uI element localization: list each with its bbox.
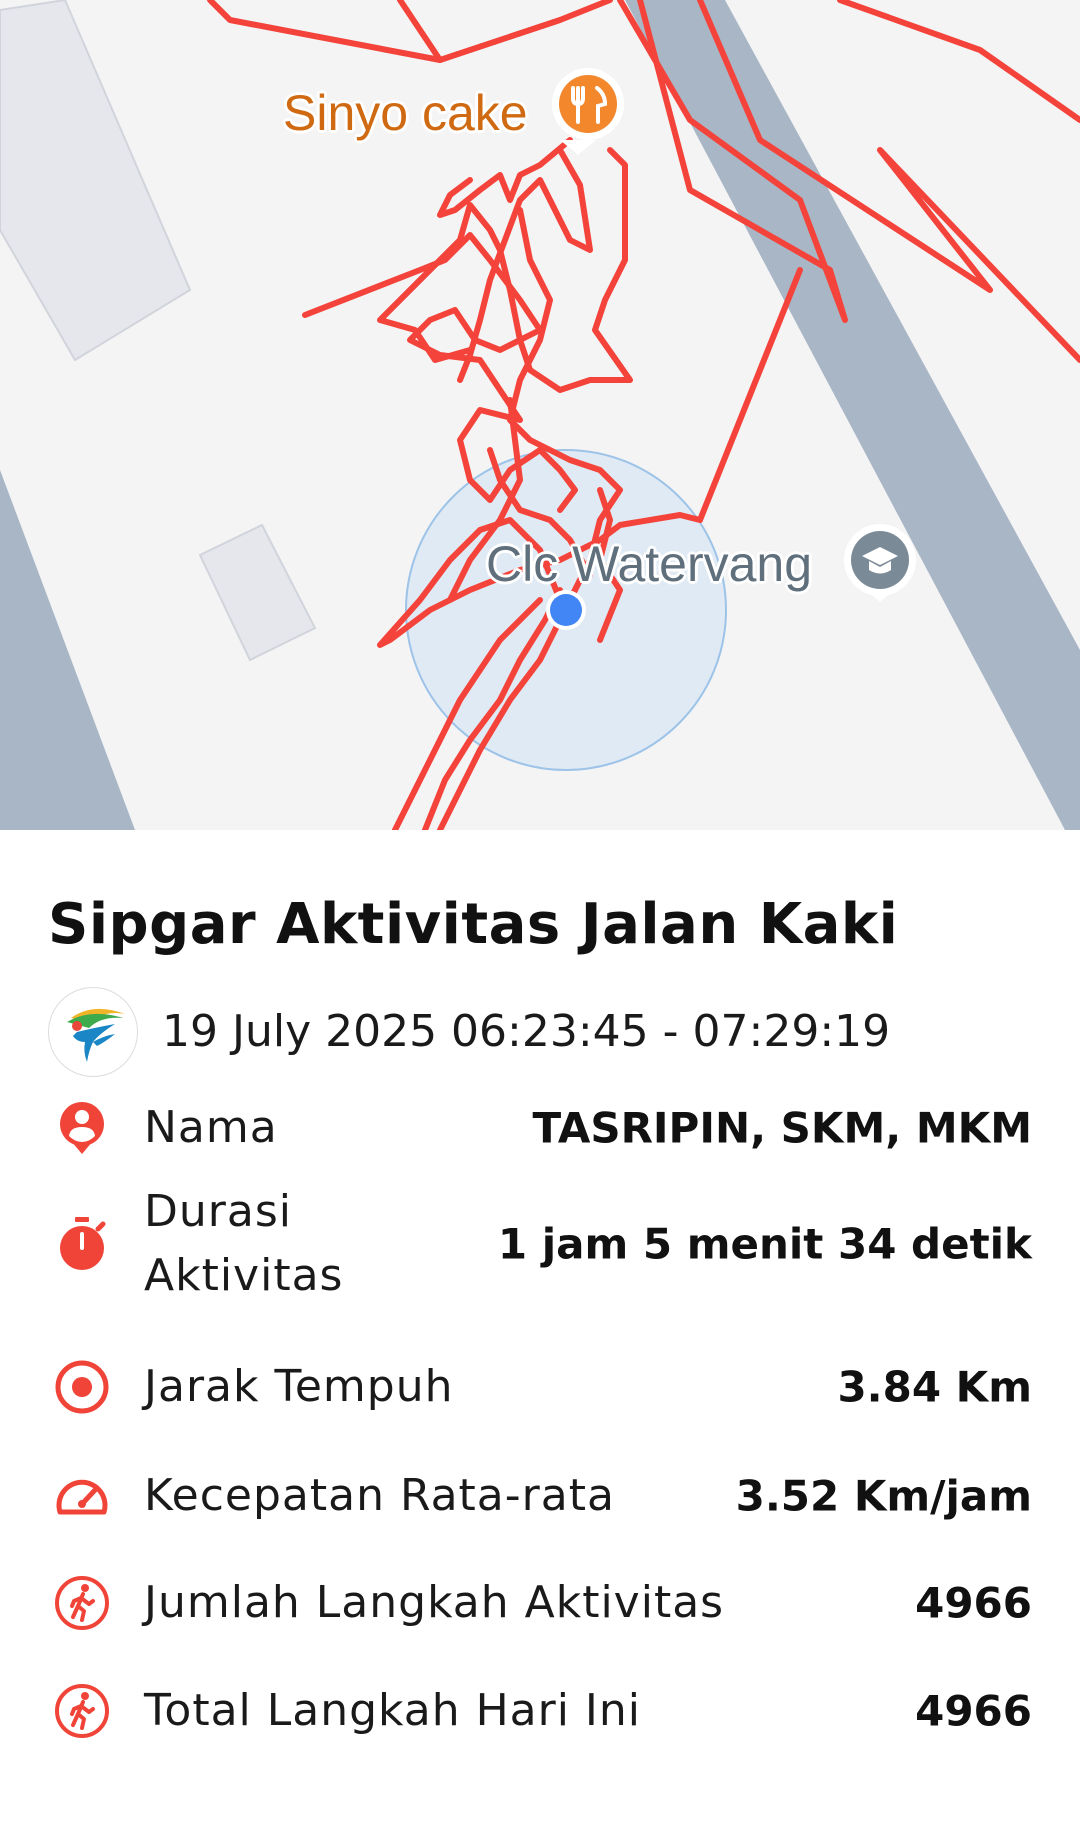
activity-title: Sipgar Aktivitas Jalan Kaki: [48, 892, 899, 957]
stat-value: 1 jam 5 menit 34 detik: [497, 1219, 1032, 1269]
stat-label: Jumlah Langkah Aktivitas: [144, 1577, 725, 1628]
current-location-dot: [550, 594, 582, 626]
activity-datetime: 19 July 2025 06:23:45 - 07:29:19: [162, 1006, 891, 1057]
building-shape: [0, 0, 192, 362]
walking-icon: [55, 1684, 109, 1738]
stat-row-total-steps: Total Langkah Hari Ini 4966: [48, 1671, 1032, 1751]
activity-summary-panel: Sipgar Aktivitas Jalan Kaki 19 July 2025…: [0, 830, 1080, 1848]
app-logo: [48, 987, 138, 1077]
walking-icon: [55, 1576, 109, 1630]
person-icon: [60, 1102, 104, 1154]
stat-value: TASRIPIN, SKM, MKM: [532, 1103, 1032, 1153]
speedometer-icon: [56, 1479, 108, 1515]
school-pin-icon[interactable]: [844, 524, 916, 602]
stat-row-name: Nama TASRIPIN, SKM, MKM: [48, 1088, 1032, 1168]
stat-row-activity-steps: Jumlah Langkah Aktivitas 4966: [48, 1563, 1032, 1643]
restaurant-pin-icon[interactable]: [552, 68, 624, 155]
stat-value: 3.52 Km/jam: [735, 1471, 1032, 1521]
stat-label: Kecepatan Rata-rata: [144, 1470, 615, 1521]
stat-row-duration: Durasi Aktivitas 1 jam 5 menit 34 detik: [48, 1172, 1032, 1316]
stat-label: Nama: [144, 1102, 278, 1153]
stat-value: 4966: [915, 1578, 1032, 1628]
stopwatch-icon: [60, 1217, 106, 1270]
poi-label-food[interactable]: Sinyo cake: [283, 84, 528, 142]
stat-row-speed: Kecepatan Rata-rata 3.52 Km/jam: [48, 1456, 1032, 1536]
stat-label: Total Langkah Hari Ini: [144, 1685, 642, 1736]
target-icon: [55, 1360, 109, 1414]
stat-label: Durasi Aktivitas: [144, 1186, 344, 1301]
building-shape: [198, 523, 317, 662]
stat-value: 4966: [915, 1686, 1032, 1736]
stat-row-distance: Jarak Tempuh 3.84 Km: [48, 1347, 1032, 1427]
poi-label-school[interactable]: Clc Watervang: [486, 535, 812, 593]
route-map[interactable]: Sinyo cake Clc Watervang: [0, 0, 1080, 830]
road-shape: [0, 470, 135, 830]
stat-value: 3.84 Km: [837, 1362, 1032, 1412]
map-canvas: [0, 0, 1080, 830]
stat-label: Jarak Tempuh: [144, 1361, 454, 1412]
app-logo-icon: [67, 1008, 125, 1062]
